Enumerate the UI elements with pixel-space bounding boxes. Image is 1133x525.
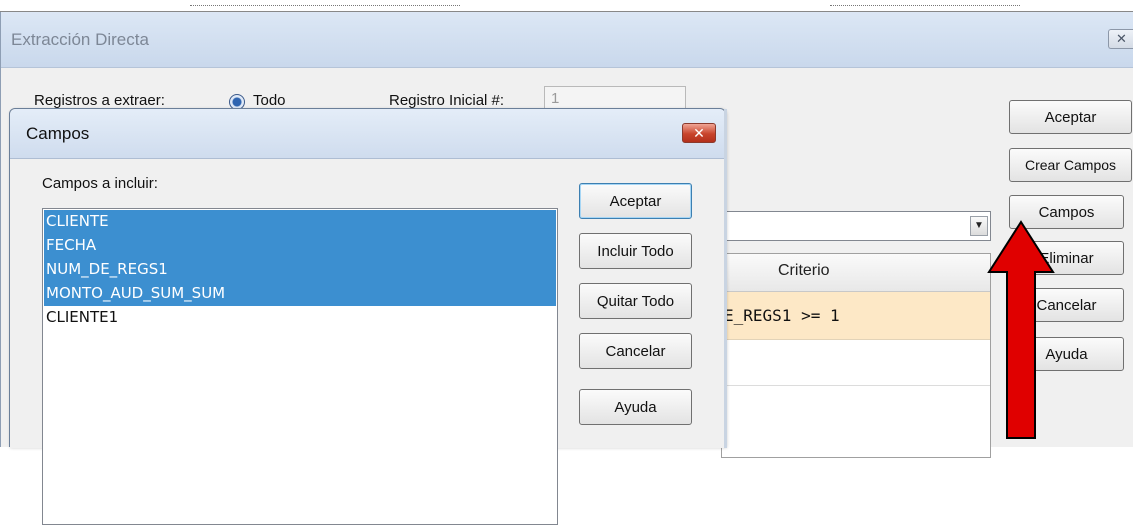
dialog-border xyxy=(724,109,727,448)
arrow-up-icon xyxy=(987,220,1055,439)
campos-a-incluir-label: Campos a incluir: xyxy=(42,175,158,192)
fields-listbox[interactable]: CLIENTE FECHA NUM_DE_REGS1 MONTO_AUD_SUM… xyxy=(42,208,558,525)
criteria-grid[interactable]: Criterio E_REGS1 >= 1 xyxy=(721,253,991,458)
main-title-bar: Extracción Directa ✕ xyxy=(1,12,1133,68)
close-icon[interactable]: ✕ xyxy=(682,123,716,143)
quitar-todo-button[interactable]: Quitar Todo xyxy=(579,283,692,319)
dialog-title: Campos xyxy=(26,124,90,143)
criterio-cell: E_REGS1 >= 1 xyxy=(724,306,840,325)
background-window-edge xyxy=(0,0,1133,12)
registro-inicial-label: Registro Inicial #: xyxy=(389,92,505,109)
close-icon[interactable]: ✕ xyxy=(1108,29,1133,49)
grid-header: Criterio xyxy=(722,254,990,292)
aceptar-button[interactable]: Aceptar xyxy=(1009,100,1132,134)
todo-label: Todo xyxy=(253,92,286,109)
dialog-ayuda-button[interactable]: Ayuda xyxy=(579,389,692,425)
dialog-title-bar: Campos ✕ xyxy=(10,109,725,159)
list-item[interactable]: CLIENTE1 xyxy=(44,306,556,330)
registros-label: Registros a extraer: xyxy=(34,92,165,109)
incluir-todo-button[interactable]: Incluir Todo xyxy=(579,233,692,269)
campos-dialog: Campos ✕ Campos a incluir: CLIENTE FECHA… xyxy=(9,108,727,525)
list-item[interactable]: NUM_DE_REGS1 xyxy=(44,258,556,282)
list-item[interactable]: FECHA xyxy=(44,234,556,258)
crear-campos-button[interactable]: Crear Campos xyxy=(1009,148,1132,182)
dialog-aceptar-button[interactable]: Aceptar xyxy=(579,183,692,219)
table-row[interactable]: E_REGS1 >= 1 xyxy=(722,292,990,340)
field-combo[interactable]: ▼ xyxy=(721,211,991,241)
dialog-cancelar-button[interactable]: Cancelar xyxy=(579,333,692,369)
main-window-title: Extracción Directa xyxy=(11,30,149,49)
table-row[interactable] xyxy=(722,340,990,386)
criterio-header: Criterio xyxy=(778,262,830,279)
list-item[interactable]: MONTO_AUD_SUM_SUM xyxy=(44,282,556,306)
list-item[interactable]: CLIENTE xyxy=(44,210,556,234)
